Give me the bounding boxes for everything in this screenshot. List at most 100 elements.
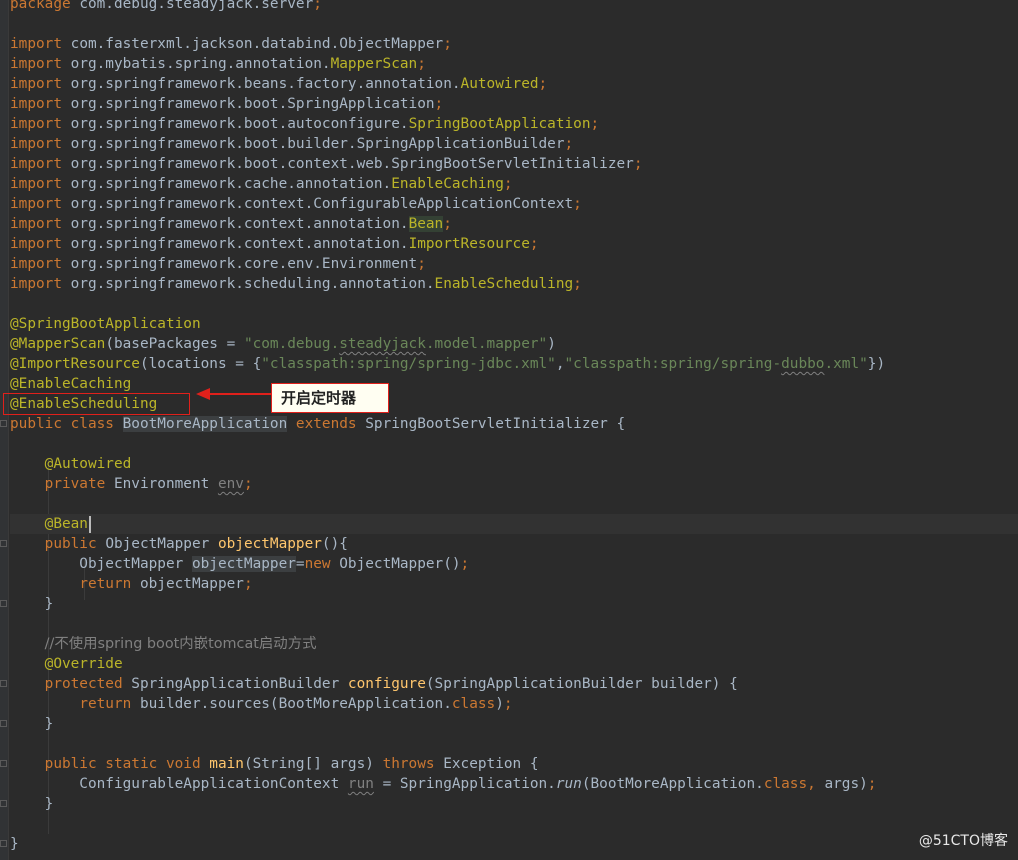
- code-token: (BootMoreApplication.: [581, 776, 764, 792]
- code-line[interactable]: import com.fasterxml.jackson.databind.Ob…: [10, 34, 1018, 54]
- code-token: "com.debug.: [243, 336, 340, 352]
- code-token: (SpringApplicationBuilder builder) {: [425, 676, 738, 692]
- code-line[interactable]: import org.springframework.context.annot…: [10, 234, 1018, 254]
- code-token: builder.sources(BootMoreApplication.: [139, 696, 452, 712]
- code-token: ;: [243, 576, 253, 592]
- code-line[interactable]: protected SpringApplicationBuilder confi…: [10, 674, 1018, 694]
- code-token: ): [495, 696, 504, 712]
- code-token: Exception {: [443, 756, 539, 772]
- code-line[interactable]: [10, 814, 1018, 834]
- code-token: org.springframework.context.annotation.: [70, 236, 409, 252]
- code-token: MapperScan: [330, 56, 418, 72]
- fold-marker-icon[interactable]: [0, 800, 7, 807]
- fold-marker-icon[interactable]: [0, 840, 7, 847]
- code-token: class: [451, 696, 496, 712]
- code-token: org.springframework.context.Configurable…: [70, 196, 574, 212]
- code-line[interactable]: @EnableCaching: [10, 374, 1018, 394]
- fold-marker-icon[interactable]: [0, 760, 7, 767]
- fold-marker-icon[interactable]: [0, 680, 7, 687]
- code-line[interactable]: }: [10, 834, 1018, 854]
- fold-marker-icon[interactable]: [0, 420, 7, 427]
- code-line[interactable]: public static void main(String[] args) t…: [10, 754, 1018, 774]
- code-line[interactable]: public ObjectMapper objectMapper(){: [10, 534, 1018, 554]
- code-line[interactable]: import org.springframework.context.Confi…: [10, 194, 1018, 214]
- code-line[interactable]: import org.mybatis.spring.annotation.Map…: [10, 54, 1018, 74]
- code-line[interactable]: }: [10, 714, 1018, 734]
- fold-marker-icon[interactable]: [0, 600, 7, 607]
- code-line[interactable]: @Bean: [10, 514, 1018, 534]
- code-token: SpringBootApplication: [408, 116, 591, 132]
- code-line[interactable]: import org.springframework.beans.factory…: [10, 74, 1018, 94]
- code-token: ;: [573, 276, 582, 292]
- highlight-box: [3, 393, 190, 415]
- code-line[interactable]: import org.springframework.scheduling.an…: [10, 274, 1018, 294]
- code-token: ObjectMapper: [105, 536, 218, 552]
- code-line[interactable]: @Autowired: [10, 454, 1018, 474]
- code-line[interactable]: @SpringBootApplication: [10, 314, 1018, 334]
- code-token: import: [10, 36, 71, 52]
- code-line[interactable]: private Environment env;: [10, 474, 1018, 494]
- code-line[interactable]: [10, 614, 1018, 634]
- code-line[interactable]: [10, 494, 1018, 514]
- code-token: org.springframework.context.annotation.: [70, 216, 409, 232]
- code-line[interactable]: @MapperScan(basePackages = "com.debug.st…: [10, 334, 1018, 354]
- code-line[interactable]: package com.debug.steadyjack.server;: [10, 0, 1018, 14]
- code-editor[interactable]: package com.debug.steadyjack.server; impo…: [10, 0, 1018, 854]
- watermark: @51CTO博客: [918, 833, 1008, 849]
- code-token: ;: [443, 36, 452, 52]
- code-line[interactable]: //不使用spring boot内嵌tomcat启动方式: [10, 634, 1018, 654]
- code-line[interactable]: import org.springframework.context.annot…: [10, 214, 1018, 234]
- code-line[interactable]: ObjectMapper objectMapper=new ObjectMapp…: [10, 554, 1018, 574]
- annotation-label: 开启定时器: [271, 383, 389, 413]
- code-line[interactable]: [10, 14, 1018, 34]
- fold-marker-icon[interactable]: [0, 540, 7, 547]
- code-token: run: [347, 776, 374, 792]
- code-token: protected: [44, 676, 132, 692]
- code-token: //不使用spring boot内嵌tomcat启动方式: [44, 636, 317, 652]
- code-token: SpringApplicationBuilder: [131, 676, 348, 692]
- code-token: ;: [434, 96, 444, 112]
- code-line[interactable]: public class BootMoreApplication extends…: [10, 414, 1018, 434]
- code-token: Bean: [408, 216, 444, 232]
- code-line[interactable]: [10, 734, 1018, 754]
- code-token: com.fasterxml.jackson.databind.ObjectMap…: [70, 36, 444, 52]
- code-line[interactable]: }: [10, 794, 1018, 814]
- code-token: @MapperScan: [10, 336, 106, 352]
- code-token: return: [79, 576, 140, 592]
- code-token: org.springframework.cache.annotation.: [70, 176, 392, 192]
- code-line[interactable]: [10, 294, 1018, 314]
- code-line[interactable]: return builder.sources(BootMoreApplicati…: [10, 694, 1018, 714]
- code-line[interactable]: ConfigurableApplicationContext run = Spr…: [10, 774, 1018, 794]
- code-token: package: [10, 0, 80, 12]
- code-line[interactable]: import org.springframework.boot.SpringAp…: [10, 94, 1018, 114]
- code-token: ;: [443, 216, 452, 232]
- code-line[interactable]: import org.springframework.boot.autoconf…: [10, 114, 1018, 134]
- code-line[interactable]: import org.springframework.core.env.Envi…: [10, 254, 1018, 274]
- code-token: @Autowired: [44, 456, 132, 472]
- code-line[interactable]: import org.springframework.boot.context.…: [10, 154, 1018, 174]
- code-token: steadyjack: [339, 336, 426, 352]
- code-token: import: [10, 176, 71, 192]
- code-token: main: [209, 756, 244, 772]
- code-token: @SpringBootApplication: [10, 316, 201, 332]
- code-token: }: [10, 796, 54, 812]
- code-line[interactable]: @ImportResource(locations = {"classpath:…: [10, 354, 1018, 374]
- code-token: ,: [555, 356, 565, 372]
- code-line[interactable]: }: [10, 594, 1018, 614]
- code-line[interactable]: [10, 434, 1018, 454]
- code-token: Environment: [113, 476, 218, 492]
- code-line[interactable]: return objectMapper;: [10, 574, 1018, 594]
- fold-marker-icon[interactable]: [0, 720, 7, 727]
- code-token: public: [44, 536, 106, 552]
- code-token: ;: [417, 56, 426, 72]
- code-token: import: [10, 276, 71, 292]
- code-line[interactable]: import org.springframework.boot.builder.…: [10, 134, 1018, 154]
- code-token: import: [10, 256, 71, 272]
- code-line[interactable]: import org.springframework.cache.annotat…: [10, 174, 1018, 194]
- code-token: ConfigurableApplicationContext: [10, 776, 348, 792]
- editor-gutter[interactable]: [0, 0, 9, 860]
- code-line[interactable]: @Override: [10, 654, 1018, 674]
- code-token: @Bean: [44, 516, 88, 532]
